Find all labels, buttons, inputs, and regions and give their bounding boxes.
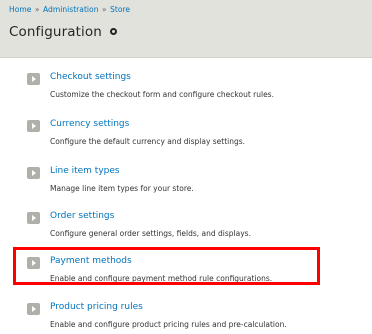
order-settings-link[interactable]: Order settings (50, 211, 114, 221)
arrow-right-icon (27, 167, 40, 179)
checkout-settings-link[interactable]: Checkout settings (50, 72, 131, 82)
product-pricing-rules-link[interactable]: Product pricing rules (50, 302, 143, 312)
arrow-right-icon (27, 73, 40, 85)
page-title-text: Configuration (9, 24, 102, 40)
currency-settings-description: Configure the default currency and displ… (50, 137, 246, 146)
line-item-types-description: Manage line item types for your store. (50, 184, 194, 193)
line-item-types-link[interactable]: Line item types (50, 166, 120, 176)
breadcrumb-separator: » (34, 5, 40, 14)
page-title: Configuration (9, 24, 117, 40)
page-header: Home » Administration » Store Configurat… (0, 0, 372, 58)
breadcrumb-store[interactable]: Store (110, 5, 130, 14)
arrow-right-icon (27, 120, 40, 132)
admin-list: Checkout settings Customize the checkout… (0, 58, 372, 334)
arrow-right-icon (27, 303, 40, 315)
highlight-box (13, 247, 320, 285)
arrow-right-icon (27, 212, 40, 224)
breadcrumb: Home » Administration » Store (9, 5, 130, 14)
product-pricing-rules-description: Enable and configure product pricing rul… (50, 320, 287, 329)
currency-settings-link[interactable]: Currency settings (50, 119, 129, 129)
order-settings-description: Configure general order settings, fields… (50, 229, 251, 238)
breadcrumb-home[interactable]: Home (9, 5, 31, 14)
shortcut-add-icon[interactable] (109, 28, 117, 35)
breadcrumb-administration[interactable]: Administration (43, 5, 99, 14)
breadcrumb-separator: » (101, 5, 107, 14)
checkout-settings-description: Customize the checkout form and configur… (50, 90, 274, 99)
